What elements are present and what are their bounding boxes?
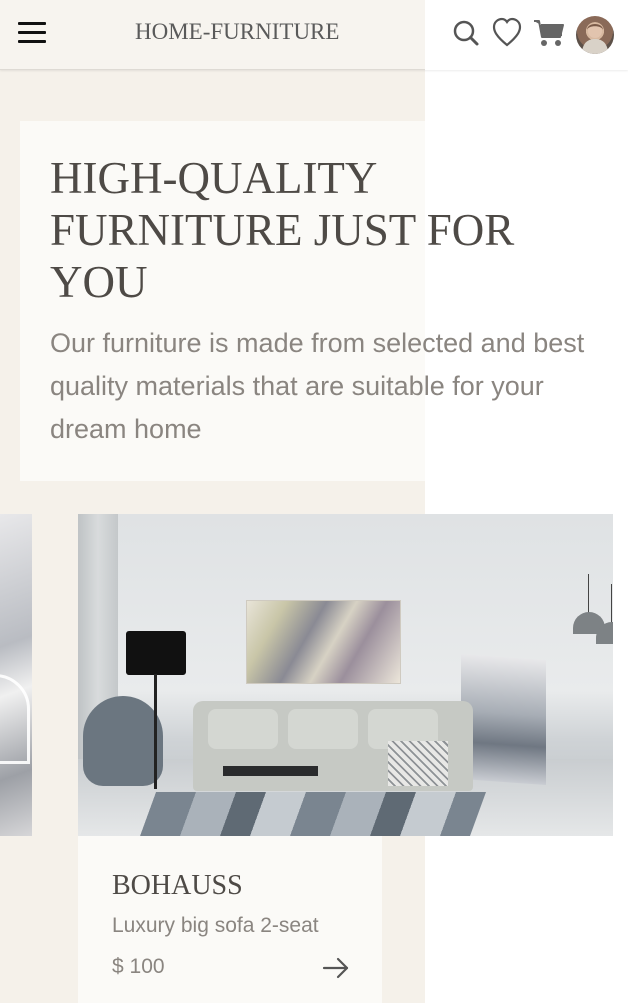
floor-lamp — [126, 631, 186, 675]
cart-icon[interactable] — [533, 16, 565, 50]
product-price: $ 100 — [112, 955, 165, 978]
wall-painting — [246, 600, 401, 684]
coffee-table — [223, 766, 318, 776]
menu-icon[interactable] — [18, 22, 50, 46]
egg-chair — [83, 696, 163, 786]
sofa — [193, 701, 473, 791]
rug — [139, 792, 487, 836]
product-description: Luxury big sofa 2-seat — [112, 914, 319, 937]
avatar[interactable] — [576, 16, 614, 54]
previous-slide-image[interactable] — [0, 514, 32, 836]
search-icon[interactable] — [452, 16, 480, 50]
brand-logo[interactable]: HOME-FURNITURE — [135, 19, 339, 45]
leaning-painting — [461, 654, 546, 785]
heart-icon[interactable] — [492, 16, 522, 50]
pendant-lamp — [596, 584, 613, 644]
top-navbar: HOME-FURNITURE — [0, 0, 628, 70]
hero-title: HIGH-QUALITY FURNITURE JUST FOR YOU — [50, 153, 515, 307]
arrow-right-icon[interactable] — [322, 955, 350, 981]
hero-subtitle: Our furniture is made from selected and … — [50, 328, 585, 444]
product-image[interactable] — [78, 514, 613, 836]
product-name: BOHAUSS — [112, 870, 243, 901]
